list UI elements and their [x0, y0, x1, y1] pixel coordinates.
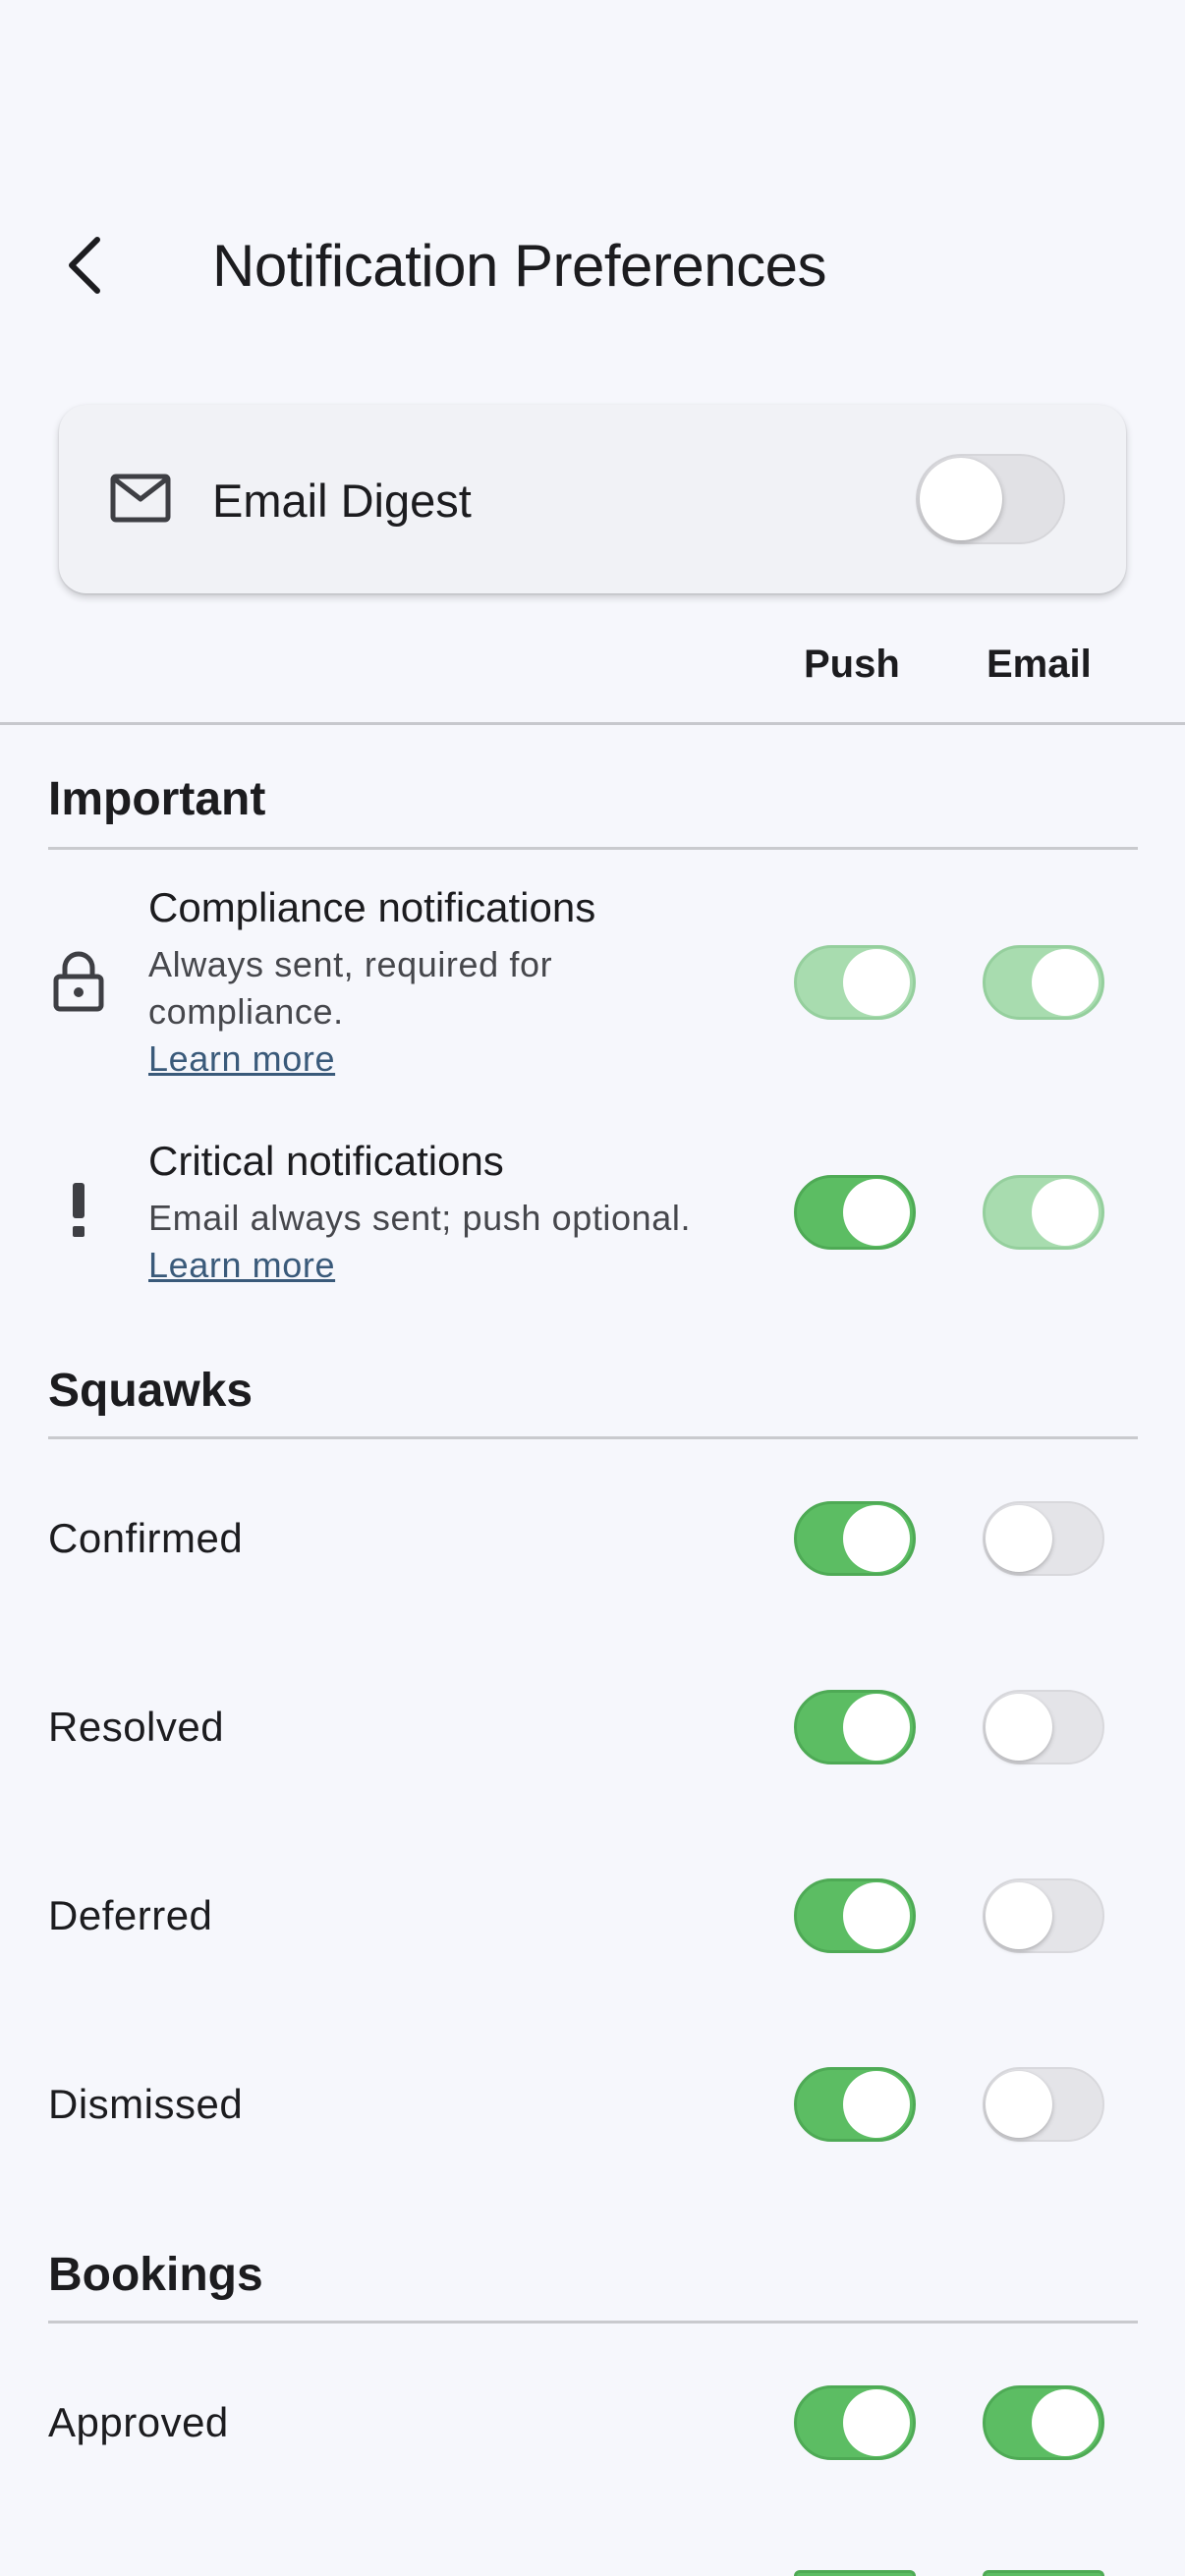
compliance-email-toggle[interactable]	[983, 945, 1104, 1020]
column-header-push: Push	[804, 643, 900, 686]
critical-description: Email always sent; push optional. Learn …	[148, 1195, 817, 1289]
section-title-important: Important	[48, 773, 266, 825]
toggle-knob	[986, 1694, 1052, 1761]
toggle-knob	[843, 1694, 910, 1761]
toggle-knob	[843, 949, 910, 1016]
next-row-push-toggle-partial[interactable]	[794, 2570, 916, 2576]
squawk-resolved-push-toggle[interactable]	[794, 1690, 916, 1764]
section-divider	[48, 2321, 1138, 2324]
booking-approved-push-toggle[interactable]	[794, 2385, 916, 2460]
toggle-knob	[1032, 1179, 1099, 1246]
booking-approved-email-toggle[interactable]	[983, 2385, 1104, 2460]
squawk-confirmed-label: Confirmed	[48, 1515, 244, 1561]
squawk-resolved-email-toggle[interactable]	[983, 1690, 1104, 1764]
column-header-email: Email	[987, 643, 1092, 686]
squawk-deferred-email-toggle[interactable]	[983, 1878, 1104, 1953]
critical-push-toggle[interactable]	[794, 1175, 916, 1250]
compliance-description: Always sent, required for compliance. Le…	[148, 941, 758, 1083]
squawk-dismissed-label: Dismissed	[48, 2081, 244, 2127]
compliance-learn-more-link[interactable]: Learn more	[148, 1038, 335, 1079]
back-button[interactable]	[49, 226, 118, 305]
toggle-knob	[1032, 2389, 1099, 2456]
lock-icon	[51, 951, 106, 1017]
toggle-knob	[986, 1882, 1052, 1949]
squawk-deferred-push-toggle[interactable]	[794, 1878, 916, 1953]
compliance-title: Compliance notifications	[148, 884, 596, 930]
squawk-dismissed-email-toggle[interactable]	[983, 2067, 1104, 2142]
squawk-confirmed-email-toggle[interactable]	[983, 1501, 1104, 1576]
toggle-knob	[986, 2071, 1052, 2138]
mail-icon	[110, 474, 171, 528]
squawk-dismissed-push-toggle[interactable]	[794, 2067, 916, 2142]
toggle-knob	[843, 2389, 910, 2456]
compliance-push-toggle[interactable]	[794, 945, 916, 1020]
squawk-confirmed-push-toggle[interactable]	[794, 1501, 916, 1576]
squawk-resolved-label: Resolved	[48, 1704, 225, 1750]
toggle-knob	[843, 1179, 910, 1246]
toggle-knob	[843, 1882, 910, 1949]
toggle-knob	[1032, 949, 1099, 1016]
email-digest-toggle[interactable]	[916, 454, 1065, 544]
section-title-bookings: Bookings	[48, 2249, 263, 2301]
toggle-knob	[843, 1505, 910, 1572]
divider	[0, 722, 1185, 725]
section-divider	[48, 1436, 1138, 1439]
squawk-deferred-label: Deferred	[48, 1892, 213, 1938]
toggle-knob	[920, 458, 1002, 540]
email-digest-label: Email Digest	[212, 475, 472, 527]
app-bar: Notification Preferences	[0, 187, 1185, 344]
chevron-left-icon	[69, 237, 100, 294]
exclamation-icon	[69, 1183, 88, 1243]
toggle-knob	[986, 1505, 1052, 1572]
compliance-desc-text: Always sent, required for compliance.	[148, 944, 553, 1032]
email-digest-card: Email Digest	[59, 405, 1126, 593]
booking-approved-label: Approved	[48, 2399, 229, 2445]
critical-desc-text: Email always sent; push optional.	[148, 1198, 692, 1238]
section-title-squawks: Squawks	[48, 1365, 254, 1417]
critical-email-toggle[interactable]	[983, 1175, 1104, 1250]
page-title: Notification Preferences	[212, 233, 826, 299]
next-row-email-toggle-partial[interactable]	[983, 2570, 1104, 2576]
critical-title: Critical notifications	[148, 1138, 504, 1184]
section-divider	[48, 847, 1138, 850]
toggle-knob	[843, 2071, 910, 2138]
critical-learn-more-link[interactable]: Learn more	[148, 1245, 335, 1285]
